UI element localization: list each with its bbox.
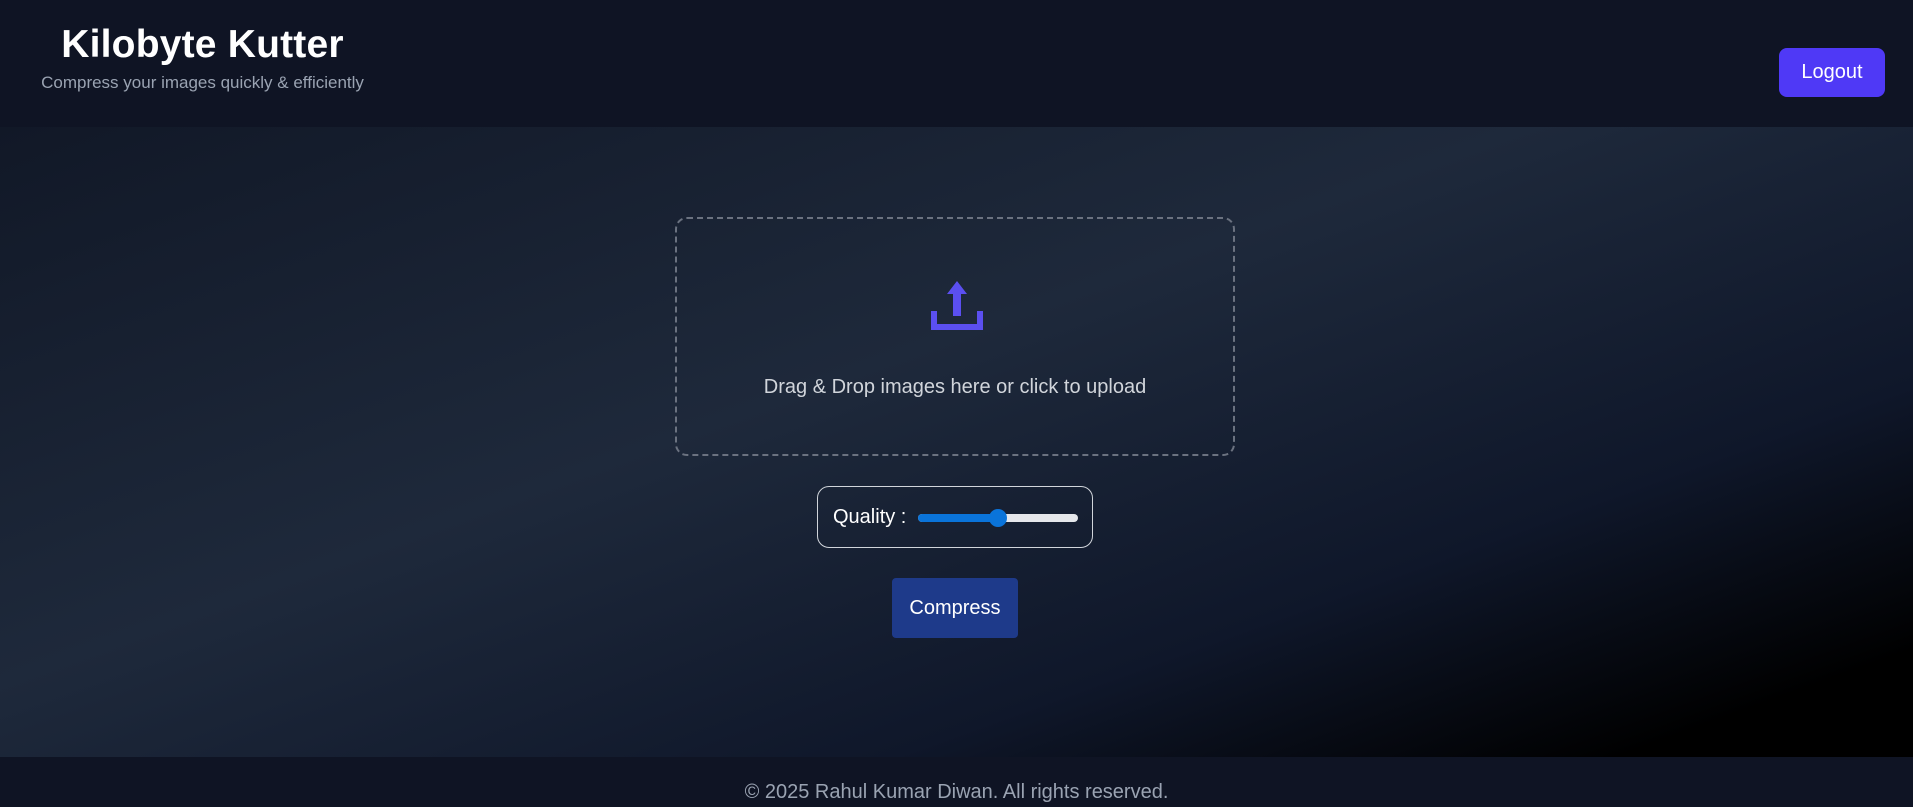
upload-icon — [931, 281, 983, 330]
main-content: Drag & Drop images here or click to uplo… — [0, 127, 1913, 757]
header: Kilobyte Kutter Compress your images qui… — [0, 0, 1913, 127]
copyright-text: © 2025 Rahul Kumar Diwan. All rights res… — [744, 781, 1169, 803]
app-subtitle: Compress your images quickly & efficient… — [41, 73, 364, 92]
logout-button[interactable]: Logout — [1779, 48, 1885, 97]
app-page: Kilobyte Kutter Compress your images qui… — [0, 0, 1913, 807]
brand: Kilobyte Kutter Compress your images qui… — [25, 22, 380, 94]
upload-instructions: Drag & Drop images here or click to uplo… — [763, 376, 1147, 398]
compress-button[interactable]: Compress — [892, 578, 1018, 638]
quality-control: Quality : — [817, 486, 1093, 548]
upload-dropzone[interactable]: Drag & Drop images here or click to uplo… — [675, 217, 1235, 456]
slider-thumb[interactable] — [989, 509, 1007, 527]
footer: © 2025 Rahul Kumar Diwan. All rights res… — [0, 757, 1913, 807]
quality-slider[interactable] — [918, 509, 1078, 527]
quality-label: Quality : — [833, 506, 907, 528]
app-title: Kilobyte Kutter — [61, 23, 344, 66]
slider-fill — [918, 514, 998, 522]
